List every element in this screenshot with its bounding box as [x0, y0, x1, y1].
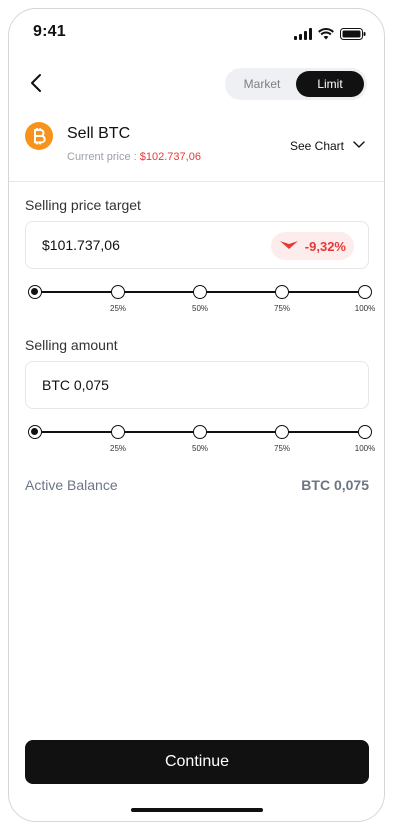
active-balance-value: BTC 0,075: [301, 477, 369, 493]
chevron-down-icon: [352, 137, 366, 154]
current-price: Current price : $102.737,06: [67, 151, 201, 163]
price-target-slider[interactable]: 25% 50% 75% 100%: [27, 284, 376, 314]
slider-stop-25[interactable]: [111, 285, 125, 299]
slider-stop-75[interactable]: [275, 425, 289, 439]
tick-label: 50%: [191, 304, 209, 313]
price-target-label: Selling price target: [25, 197, 141, 213]
header-divider: [9, 181, 384, 182]
slider-stop-0[interactable]: [28, 285, 42, 299]
continue-button[interactable]: Continue: [25, 740, 369, 784]
battery-icon: [340, 27, 366, 45]
current-price-value: $102.737,06: [139, 151, 201, 163]
amount-value: BTC 0,075: [42, 377, 109, 393]
amount-label: Selling amount: [25, 337, 118, 353]
price-target-value: $101.737,06: [42, 237, 120, 253]
slider-stop-50[interactable]: [193, 285, 207, 299]
back-button[interactable]: [25, 71, 49, 95]
active-balance-label: Active Balance: [25, 477, 118, 493]
slider-stop-75[interactable]: [275, 285, 289, 299]
current-price-label: Current price :: [67, 151, 137, 163]
slider-stop-50[interactable]: [193, 425, 207, 439]
tick-label: 100%: [354, 444, 376, 453]
status-icons: [294, 27, 366, 45]
slider-stop-25[interactable]: [111, 425, 125, 439]
slider-stop-100[interactable]: [358, 285, 372, 299]
tick-label: 75%: [273, 444, 291, 453]
slider-stop-0[interactable]: [28, 425, 42, 439]
amount-input[interactable]: BTC 0,075: [25, 361, 369, 409]
tab-limit[interactable]: Limit: [296, 71, 364, 97]
order-mode-toggle: Market Limit: [225, 68, 367, 100]
status-bar: 9:41: [9, 9, 384, 55]
slider-stop-100[interactable]: [358, 425, 372, 439]
bitcoin-icon: [25, 122, 53, 150]
tab-market[interactable]: Market: [228, 71, 296, 97]
tick-label: 25%: [109, 304, 127, 313]
see-chart-label: See Chart: [289, 138, 344, 153]
home-indicator[interactable]: [131, 808, 263, 812]
see-chart-button[interactable]: See Chart: [290, 137, 366, 154]
tick-label: 25%: [109, 444, 127, 453]
status-time: 9:41: [33, 23, 66, 40]
wifi-icon: [318, 27, 334, 45]
trend-down-icon: [279, 239, 299, 254]
chevron-left-icon: [25, 74, 49, 99]
tick-label: 100%: [354, 304, 376, 313]
page-title: Sell BTC: [67, 125, 131, 142]
price-target-input[interactable]: $101.737,06 -9,32%: [25, 221, 369, 269]
phone-screen: 9:41 Market Limit Sell BTC Current price…: [8, 8, 385, 822]
price-change-value: -9,32%: [304, 238, 346, 254]
amount-slider[interactable]: 25% 50% 75% 100%: [27, 424, 376, 454]
tick-label: 75%: [273, 304, 291, 313]
active-balance-row: Active Balance BTC 0,075: [25, 477, 369, 493]
tick-label: 50%: [191, 444, 209, 453]
price-change-badge: -9,32%: [270, 232, 354, 260]
signal-icon: [294, 27, 312, 45]
